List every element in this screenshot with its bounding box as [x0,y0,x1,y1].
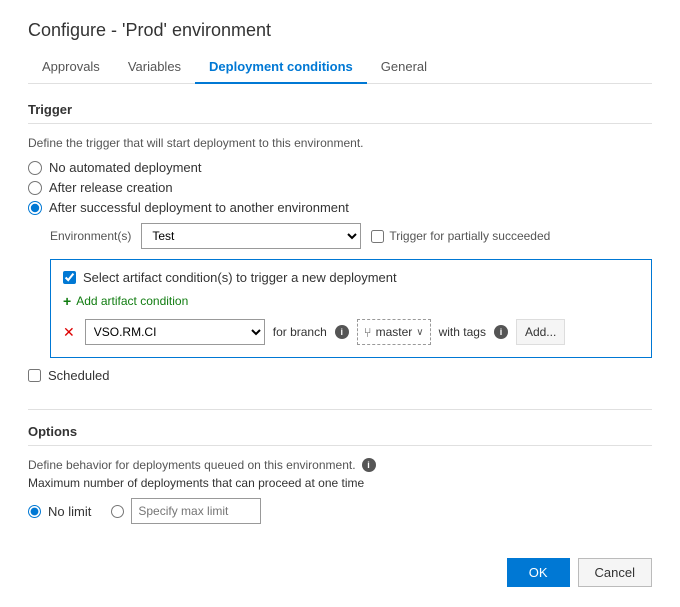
options-description: Define behavior for deployments queued o… [28,458,652,472]
trigger-after-successful-label: After successful deployment to another e… [49,200,349,215]
artifact-select[interactable]: VSO.RM.CI [85,319,265,345]
add-tag-button[interactable]: Add... [516,319,565,345]
branch-select[interactable]: ⑂ master ∨ [357,319,431,345]
add-artifact-button[interactable]: + Add artifact condition [63,293,639,309]
trigger-partial-row: Trigger for partially succeeded [371,229,550,243]
trigger-no-auto-radio[interactable] [28,161,42,175]
options-section: Options Define behavior for deployments … [28,424,652,548]
artifact-condition-label: Select artifact condition(s) to trigger … [83,270,397,285]
ok-button[interactable]: OK [507,558,570,587]
trigger-partial-label: Trigger for partially succeeded [389,229,550,243]
trigger-after-successful-radio[interactable] [28,201,42,215]
options-title: Options [28,424,652,439]
artifact-header: Select artifact condition(s) to trigger … [63,270,639,285]
options-separator [28,445,652,446]
trigger-title: Trigger [28,102,652,117]
scheduled-label: Scheduled [48,368,109,383]
trigger-divider [28,123,652,124]
cancel-button[interactable]: Cancel [578,558,652,587]
scheduled-checkbox[interactable] [28,369,41,382]
tab-deployment-conditions[interactable]: Deployment conditions [195,53,367,84]
trigger-section: Trigger Define the trigger that will sta… [28,102,652,399]
tab-general[interactable]: General [367,53,441,84]
artifact-condition-box: Select artifact condition(s) to trigger … [50,259,652,358]
environment-row: Environment(s) Test Trigger for partiall… [50,223,652,249]
delete-artifact-icon[interactable]: ✕ [63,324,75,341]
trigger-no-auto-label: No automated deployment [49,160,201,175]
trigger-no-auto-row: No automated deployment [28,160,652,175]
no-limit-radio[interactable] [28,505,41,518]
trigger-after-successful-row: After successful deployment to another e… [28,200,652,215]
branch-info-icon[interactable]: i [335,325,349,339]
artifact-row: ✕ VSO.RM.CI for branch i ⑂ master ∨ with… [63,319,639,345]
trigger-radio-group: No automated deployment After release cr… [28,160,652,215]
trigger-after-release-radio[interactable] [28,181,42,195]
trigger-partial-checkbox[interactable] [371,230,384,243]
specify-limit-row [111,498,261,524]
tab-approvals[interactable]: Approvals [28,53,114,84]
scheduled-row: Scheduled [28,368,652,383]
with-tags-label: with tags [439,325,486,339]
add-artifact-label: Add artifact condition [76,294,188,308]
dialog-title: Configure - 'Prod' environment [28,20,652,41]
trigger-after-release-row: After release creation [28,180,652,195]
options-description-text: Define behavior for deployments queued o… [28,458,356,472]
artifact-condition-checkbox[interactable] [63,271,76,284]
plus-icon: + [63,293,71,309]
specify-limit-input[interactable] [131,498,261,524]
options-limit-row: No limit [28,498,652,524]
for-branch-label: for branch [273,325,327,339]
options-info-icon[interactable]: i [362,458,376,472]
branch-git-icon: ⑂ [364,325,372,340]
configure-dialog: Configure - 'Prod' environment Approvals… [0,0,680,607]
tab-variables[interactable]: Variables [114,53,195,84]
specify-limit-radio[interactable] [111,505,124,518]
environment-label: Environment(s) [50,229,131,243]
tab-bar: Approvals Variables Deployment condition… [28,53,652,84]
trigger-description: Define the trigger that will start deplo… [28,136,652,150]
no-limit-row: No limit [28,504,91,519]
branch-value: master [376,325,413,339]
branch-chevron-icon: ∨ [416,327,423,338]
trigger-after-release-label: After release creation [49,180,173,195]
tags-info-icon[interactable]: i [494,325,508,339]
no-limit-label: No limit [48,504,91,519]
options-max-label: Maximum number of deployments that can p… [28,476,652,490]
footer-buttons: OK Cancel [28,548,652,587]
environment-select[interactable]: Test [141,223,361,249]
options-divider [28,409,652,410]
